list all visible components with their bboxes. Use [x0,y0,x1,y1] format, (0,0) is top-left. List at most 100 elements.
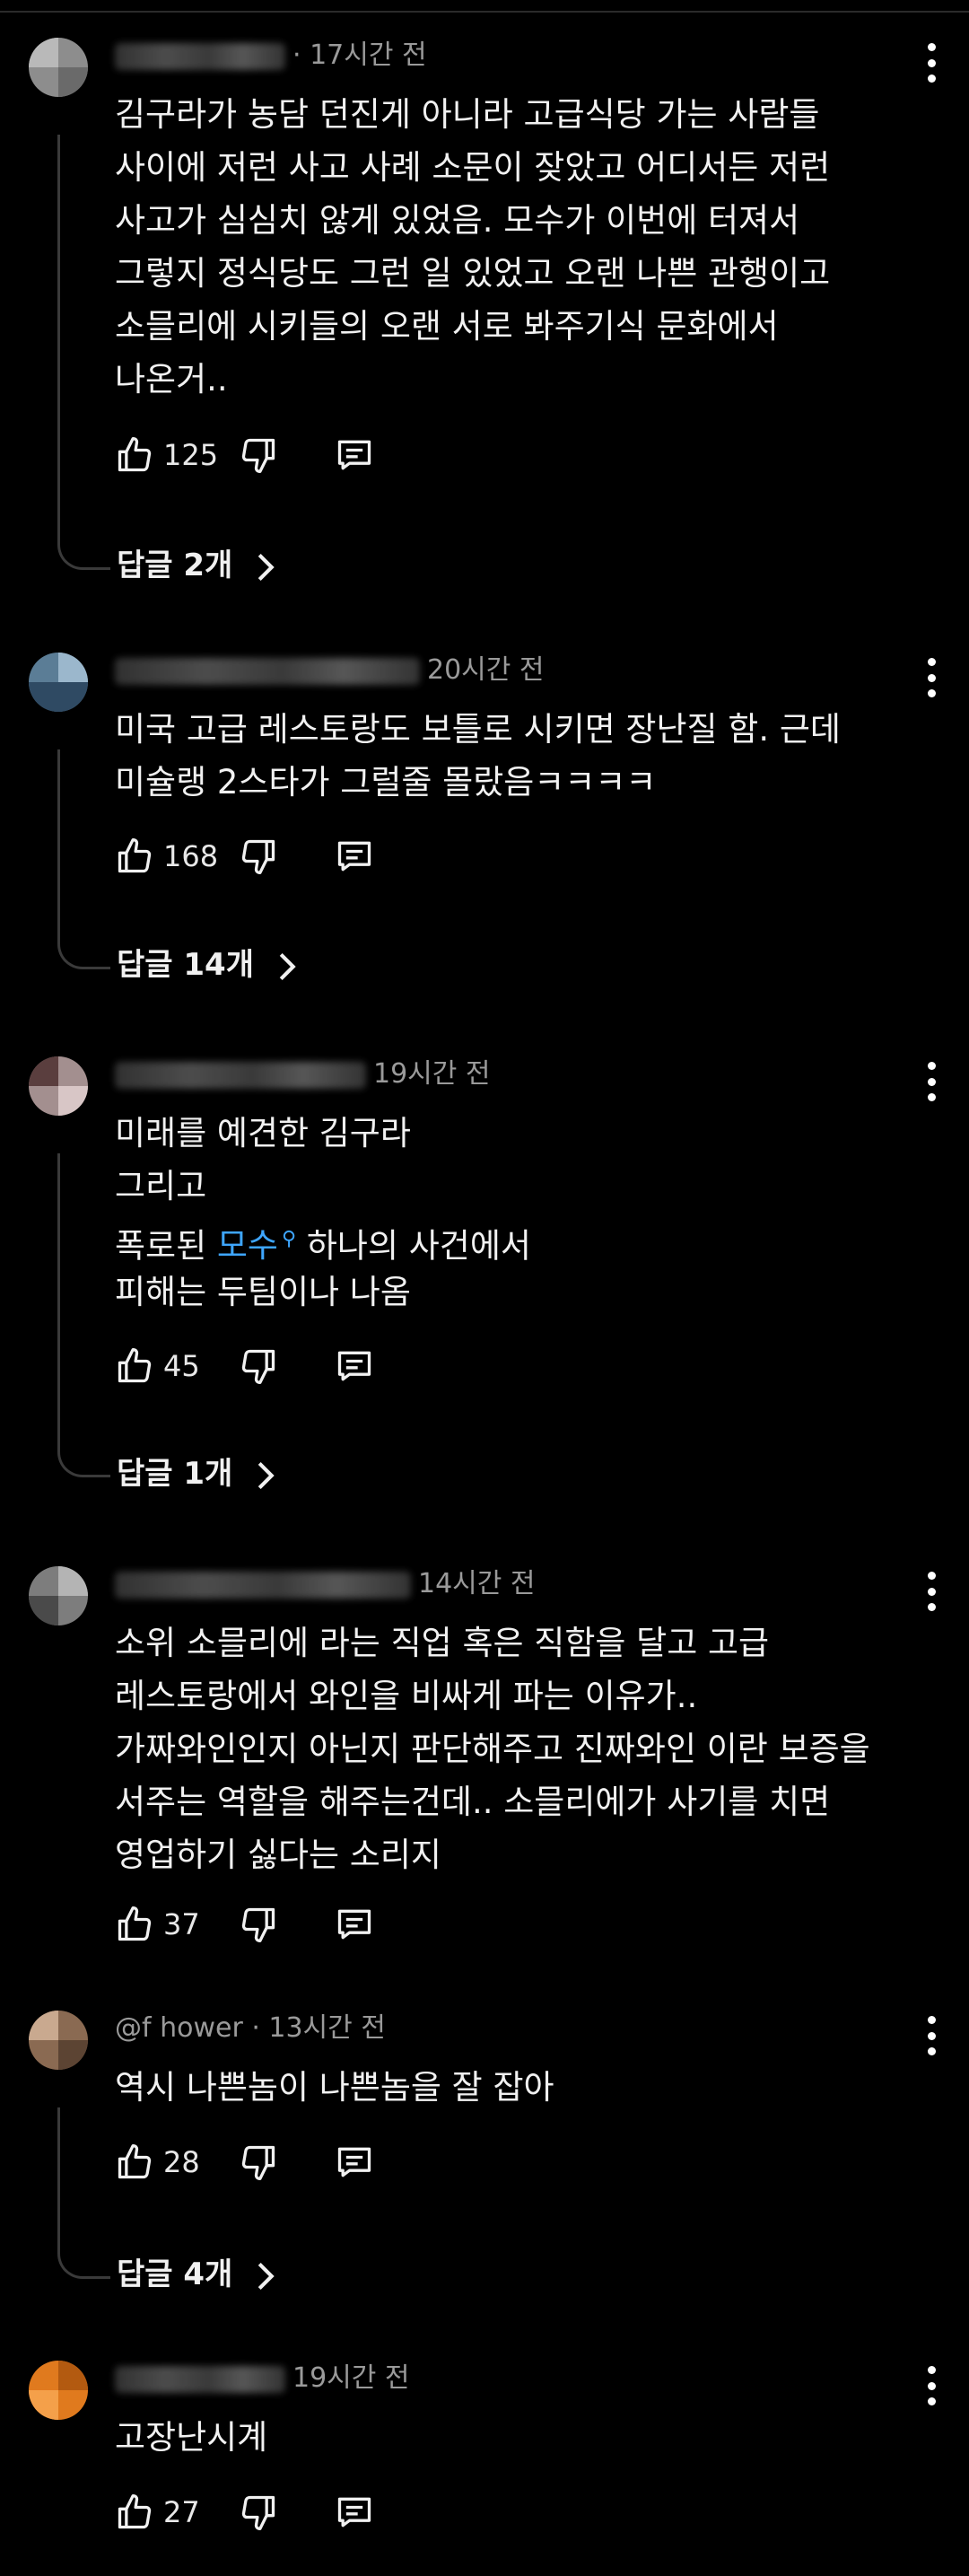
more-vert-icon[interactable] [926,43,937,83]
comment-reply-icon [337,440,371,470]
like-button[interactable]: 28 [115,2142,226,2182]
avatar[interactable] [29,653,88,712]
comment-text: 역시 나쁜놈이 나쁜놈을 잘 잡아 [115,2061,922,2114]
comment-text: 고장난시계 [115,2411,922,2464]
like-count: 45 [163,1349,200,1383]
dislike-button[interactable] [239,837,278,876]
view-replies-button[interactable]: 답글 1개 [117,1451,275,1496]
thread-line [57,135,110,570]
comment-text: 김구라가 농담 던진게 아니라 고급식당 가는 사람들 사이에 저런 사고 사례… [115,88,922,406]
comment-reply-icon [337,1909,371,1940]
comment-reply-icon [337,841,371,872]
thumbs-up-icon [118,2144,152,2179]
comment-author-time: · 17시간 전 [115,36,427,75]
like-count: 168 [163,839,219,873]
comment-line: 나온거.. [115,360,228,399]
chevron-right-icon [279,952,296,980]
more-vert-icon[interactable] [926,2366,937,2405]
dislike-button[interactable] [239,2142,278,2182]
replies-label: 답글 4개 [117,2256,233,2292]
like-button[interactable]: 45 [115,1346,226,1386]
reply-button[interactable] [334,837,375,876]
thread-line [57,749,110,969]
comment-author-time: 19시간 전 [115,2359,410,2398]
comment-actions: 37 [115,1899,375,1950]
comment-actions: 45 [115,1341,375,1391]
thumbs-up-icon [118,838,152,873]
view-replies-button[interactable]: 답글 4개 [117,2252,275,2297]
mention-link[interactable]: 모수 ⚲ [217,1226,296,1265]
view-replies-button[interactable]: 답글 2개 [117,543,275,588]
comment-time: 19시간 전 [292,2362,410,2394]
comment-line: 소위 소믈리에 라는 직업 혹은 직함을 달고 고급 [115,1624,770,1662]
like-count: 125 [163,438,219,472]
reply-button[interactable] [334,1905,375,1944]
comment-text: 미래를 예견한 김구라 그리고 폭로된 모수 ⚲ 하나의 사건에서 피해는 두팀이… [115,1107,922,1319]
comment-line-part: 하나의 사건에서 [296,1226,531,1266]
like-button[interactable]: 125 [115,435,226,475]
avatar[interactable] [29,1566,88,1625]
comment-time: 19시간 전 [373,1058,491,1090]
comment-time: 20시간 전 [427,654,545,686]
comment-line: 사고가 심심치 않게 있었음. 모수가 이번에 터져서 [115,201,800,240]
like-count: 27 [163,2495,200,2529]
comment-line: 고장난시계 [115,2418,268,2457]
avatar[interactable] [29,2361,88,2420]
thumbs-down-icon [241,1349,275,1384]
comment-time: 14시간 전 [418,1568,536,1599]
top-divider [0,0,969,13]
mention-text: 모수 [216,1226,278,1266]
more-vert-icon[interactable] [926,1572,937,1611]
dislike-button[interactable] [239,1905,278,1944]
dislike-button[interactable] [239,435,278,475]
replies-label: 답글 2개 [117,548,233,583]
avatar[interactable] [29,1056,88,1116]
avatar[interactable] [29,2011,88,2070]
comment-line: 서주는 역할을 해주는건데.. 소믈리에가 사기를 치면 [115,1783,831,1821]
dislike-button[interactable] [239,2493,278,2532]
chevron-right-icon [258,553,275,581]
reply-button[interactable] [334,2142,375,2182]
thumbs-down-icon [241,2145,275,2180]
comment-line: 폭로된 모수 ⚲ 하나의 사건에서 [115,1213,922,1266]
thumbs-down-icon [241,839,275,874]
thumbs-down-icon [241,438,275,473]
comment-line: 레스토랑에서 와인을 비싸게 파는 이유가.. [115,1677,698,1715]
avatar[interactable] [29,38,88,97]
comment-text: 미국 고급 레스토랑도 보틀로 시키면 장난질 함. 근데 미슐랭 2스타가 그… [115,703,922,809]
like-button[interactable]: 27 [115,2493,226,2532]
comment-author-time: 14시간 전 [115,1564,536,1604]
thumbs-down-icon [241,1907,275,1942]
replies-label: 답글 1개 [117,1456,233,1492]
dislike-button[interactable] [239,1346,278,1386]
more-vert-icon[interactable] [926,658,937,697]
view-replies-button[interactable]: 답글 14개 [117,942,297,987]
comment-line: 미국 고급 레스토랑도 보틀로 시키면 장난질 함. 근데 [115,710,841,749]
search-icon: ⚲ [281,1228,297,1250]
comment-line: 사이에 저런 사고 사례 소문이 잦았고 어디서든 저런 [115,148,831,187]
more-vert-icon[interactable] [926,1062,937,1101]
comment-line: 가짜와인인지 아닌지 판단해주고 진짜와인 이란 보증을 [115,1730,870,1768]
thumbs-down-icon [241,2495,275,2530]
more-vert-icon[interactable] [926,2016,937,2055]
reply-button[interactable] [334,435,375,475]
comment-text: 소위 소믈리에 라는 직업 혹은 직함을 달고 고급 레스토랑에서 와인을 비싸… [115,1617,922,1881]
replies-label: 답글 14개 [117,947,254,983]
comment-actions: 28 [115,2137,375,2187]
like-button[interactable]: 168 [115,837,226,876]
thumbs-up-icon [118,2494,152,2529]
comment-line-part: 폭로된 [115,1226,217,1266]
thread-line [57,2107,110,2279]
comment-line: 그리고 [115,1167,207,1205]
comment-line: 소믈리에 시키들의 오랜 서로 봐주기식 문화에서 [115,307,779,346]
comment-actions: 125 [115,430,375,480]
like-button[interactable]: 37 [115,1905,226,1944]
comment-author-time: @f hower · 13시간 전 [115,2009,386,2048]
comment-line: 김구라가 농담 던진게 아니라 고급식당 가는 사람들 [115,95,820,134]
comment-reply-icon [337,2497,371,2528]
comment-time: @f hower · 13시간 전 [115,2012,386,2044]
reply-button[interactable] [334,2493,375,2532]
comment-line: 미슐랭 2스타가 그럴줄 몰랐음ㅋㅋㅋㅋ [115,763,657,802]
comment-actions: 27 [115,2487,375,2537]
reply-button[interactable] [334,1346,375,1386]
